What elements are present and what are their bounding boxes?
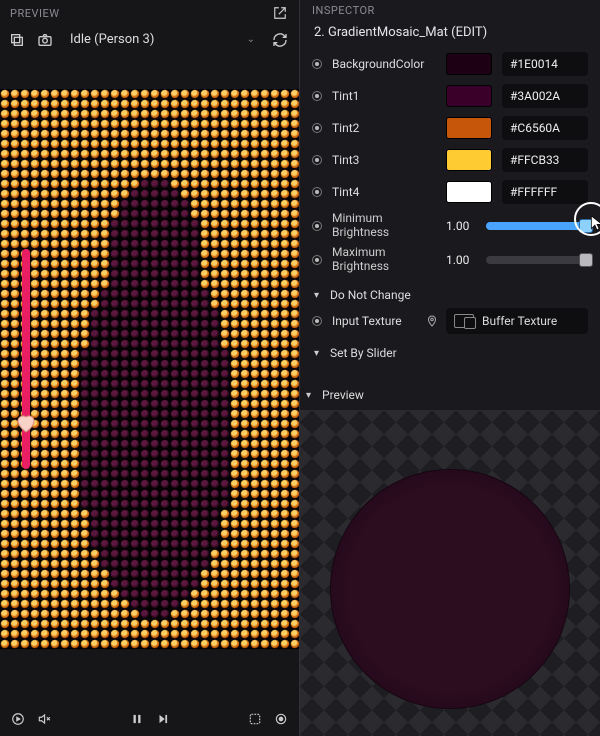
texture-icon xyxy=(454,314,474,328)
heart-icon[interactable] xyxy=(14,411,38,435)
inspector-subtitle: 2. GradientMosaic_Mat (EDIT) xyxy=(300,19,600,50)
color-label: BackgroundColor xyxy=(332,57,440,71)
color-label: Tint1 xyxy=(332,89,440,103)
color-property-row: Tint2 #C6560A xyxy=(312,114,588,142)
preview-panel: PREVIEW Idle (Person 3) ⌄ xyxy=(0,0,300,736)
section-set-by-slider[interactable]: Set By Slider xyxy=(300,336,600,364)
input-texture-label: Input Texture xyxy=(332,314,420,328)
vertical-slider-top xyxy=(22,249,30,257)
color-label: Tint3 xyxy=(332,153,440,167)
vertical-slider-track[interactable] xyxy=(22,249,30,469)
section-preview[interactable]: Preview xyxy=(300,378,600,406)
color-hex-field[interactable]: #1E0014 xyxy=(502,52,588,76)
crop-icon[interactable] xyxy=(247,711,263,727)
preview-canvas-wrap xyxy=(0,59,299,702)
color-hex-field[interactable]: #FFCB33 xyxy=(502,148,588,172)
chevron-down-icon: ⌄ xyxy=(247,34,255,45)
inspector-panel: INSPECTOR 2. GradientMosaic_Mat (EDIT) B… xyxy=(300,0,600,736)
pause-icon[interactable] xyxy=(129,711,145,727)
max-brightness-value: 1.00 xyxy=(446,253,480,267)
mute-icon[interactable] xyxy=(36,711,52,727)
radio-icon[interactable] xyxy=(312,221,322,231)
max-brightness-label: Maximum Brightness xyxy=(332,246,440,274)
min-brightness-label: Minimum Brightness xyxy=(332,212,440,240)
refresh-icon[interactable] xyxy=(271,31,289,49)
max-brightness-slider[interactable] xyxy=(486,253,588,267)
color-swatch[interactable] xyxy=(446,117,492,139)
color-property-list: BackgroundColor #1E0014 Tint1 #3A002A Tint2 #… xyxy=(300,50,600,206)
color-property-row: BackgroundColor #1E0014 xyxy=(312,50,588,78)
layers-icon[interactable] xyxy=(8,31,26,49)
color-swatch[interactable] xyxy=(446,53,492,75)
min-brightness-row: Minimum Brightness 1.00 xyxy=(312,212,588,238)
mosaic-canvas xyxy=(0,89,299,649)
radio-icon[interactable] xyxy=(312,255,322,265)
radio-icon[interactable] xyxy=(312,155,322,165)
color-swatch[interactable] xyxy=(446,85,492,107)
input-texture-row: Input Texture Buffer Texture xyxy=(300,306,600,336)
color-hex-field[interactable]: #FFFFFF xyxy=(502,180,588,204)
section-do-not-change[interactable]: Do Not Change xyxy=(300,278,600,306)
color-label: Tint2 xyxy=(332,121,440,135)
pin-icon[interactable] xyxy=(426,315,438,327)
radio-icon[interactable] xyxy=(312,59,322,69)
color-property-row: Tint1 #3A002A xyxy=(312,82,588,110)
record-icon[interactable] xyxy=(273,711,289,727)
radio-icon[interactable] xyxy=(312,91,322,101)
camera-icon[interactable] xyxy=(36,31,54,49)
color-property-row: Tint4 #FFFFFF xyxy=(312,178,588,206)
min-brightness-value: 1.00 xyxy=(446,219,480,233)
max-brightness-row: Maximum Brightness 1.00 xyxy=(312,242,588,278)
state-dropdown[interactable]: Idle (Person 3) ⌄ xyxy=(64,28,261,51)
music-note-icon[interactable] xyxy=(10,711,26,727)
color-label: Tint4 xyxy=(332,185,440,199)
material-preview-area xyxy=(300,410,600,736)
color-property-row: Tint3 #FFCB33 xyxy=(312,146,588,174)
material-preview-sphere xyxy=(330,469,570,709)
preview-bottom-bar xyxy=(0,702,299,736)
state-dropdown-label: Idle (Person 3) xyxy=(70,32,154,47)
next-icon[interactable] xyxy=(155,711,171,727)
min-brightness-slider[interactable] xyxy=(486,219,588,233)
inspector-header-label: INSPECTOR xyxy=(300,0,600,19)
radio-icon[interactable] xyxy=(312,187,322,197)
external-link-icon[interactable] xyxy=(271,4,289,22)
color-hex-field[interactable]: #3A002A xyxy=(502,84,588,108)
radio-icon[interactable] xyxy=(312,123,322,133)
preview-header-label: PREVIEW xyxy=(10,7,59,20)
color-hex-field[interactable]: #C6560A xyxy=(502,116,588,140)
input-texture-value[interactable]: Buffer Texture xyxy=(446,308,588,334)
radio-icon[interactable] xyxy=(312,316,322,326)
color-swatch[interactable] xyxy=(446,149,492,171)
color-swatch[interactable] xyxy=(446,181,492,203)
